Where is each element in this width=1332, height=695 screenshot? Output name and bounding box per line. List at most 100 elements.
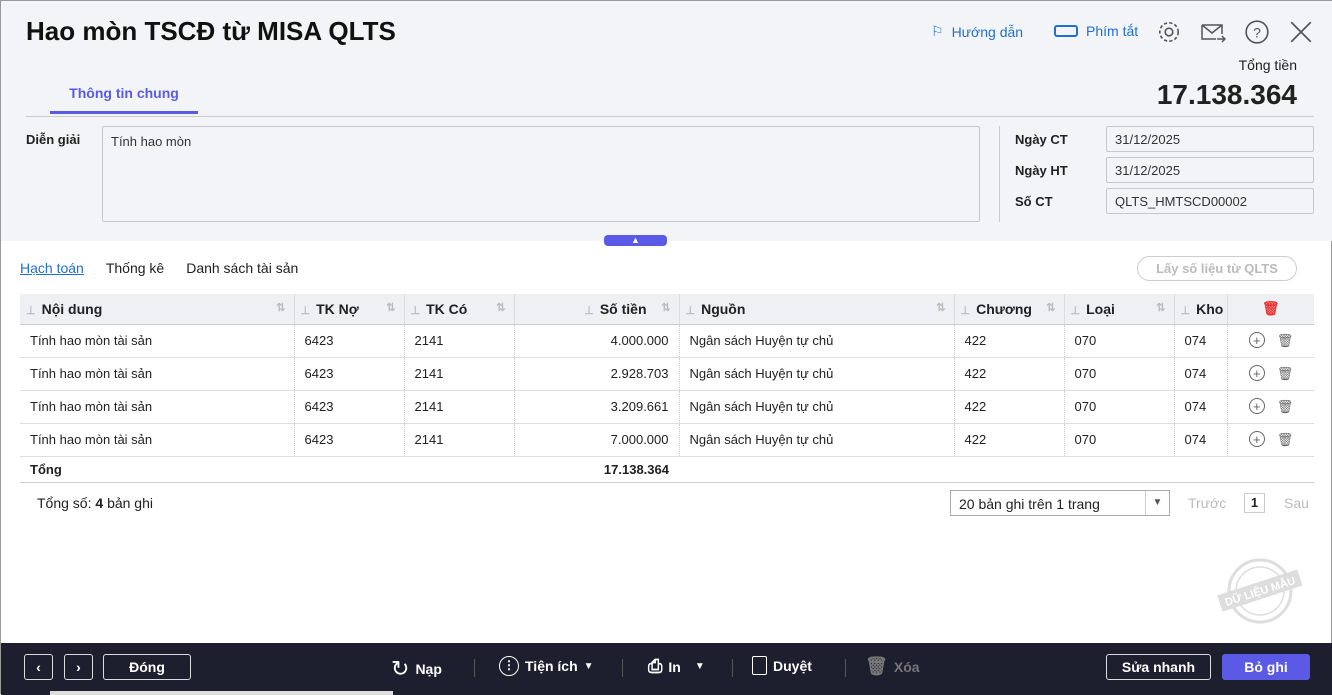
- save-button[interactable]: Bỏ ghi: [1222, 654, 1310, 680]
- pin-icon[interactable]: ⊥: [1071, 305, 1081, 317]
- cell-type[interactable]: 070: [1064, 357, 1175, 391]
- pin-icon[interactable]: ⊥: [26, 305, 36, 317]
- cell-chapter[interactable]: 422: [954, 423, 1065, 457]
- prev-page-button[interactable]: Trước: [1188, 495, 1226, 511]
- cell-content[interactable]: Tính hao mòn tài sản: [20, 423, 295, 457]
- help-icon[interactable]: ?: [1244, 19, 1270, 45]
- cell-content[interactable]: Tính hao mòn tài sản: [20, 324, 295, 358]
- pin-icon[interactable]: ⊥: [411, 305, 421, 317]
- cell-source[interactable]: Ngân sách Huyện tự chủ: [679, 423, 955, 457]
- cell-chapter[interactable]: 422: [954, 390, 1065, 424]
- cell-credit-account[interactable]: 2141: [404, 423, 515, 457]
- date-ct-field[interactable]: 31/12/2025: [1106, 126, 1314, 152]
- cell-credit-account[interactable]: 2141: [404, 390, 515, 424]
- cell-category[interactable]: 074: [1174, 390, 1228, 424]
- tab-general-info[interactable]: Thông tin chung: [50, 85, 198, 114]
- column-header-content[interactable]: ⊥ Nội dung ⇅: [20, 294, 295, 325]
- cell-credit-account[interactable]: 2141: [404, 324, 515, 358]
- sort-icon[interactable]: ⇅: [386, 301, 395, 314]
- cell-type[interactable]: 070: [1064, 423, 1175, 457]
- column-header-amount[interactable]: ⊥ Số tiền ⇅: [514, 294, 680, 325]
- pin-icon[interactable]: ⊥: [961, 305, 971, 317]
- pin-icon[interactable]: ⊥: [686, 305, 696, 317]
- cell-type[interactable]: 070: [1064, 324, 1175, 358]
- cell-category[interactable]: 074: [1174, 324, 1228, 358]
- table-row[interactable]: Tính hao mòn tài sản 6423 2141 4.000.000 Ngâ…: [20, 324, 1314, 358]
- sort-icon[interactable]: ⇅: [1046, 301, 1055, 314]
- sort-icon[interactable]: ⇅: [1156, 301, 1165, 314]
- add-row-icon[interactable]: +: [1248, 332, 1265, 348]
- cell-debit-account[interactable]: 6423: [294, 390, 405, 424]
- close-button[interactable]: Đóng: [103, 654, 191, 680]
- table-row[interactable]: Tính hao mòn tài sản 6423 2141 3.209.661 Ngâ…: [20, 390, 1314, 424]
- trash-icon[interactable]: 🗑: [1277, 333, 1294, 349]
- cell-category[interactable]: 074: [1174, 357, 1228, 391]
- cell-source[interactable]: Ngân sách Huyện tự chủ: [679, 390, 955, 424]
- cell-chapter[interactable]: 422: [954, 357, 1065, 391]
- delete-button[interactable]: 🗑 Xóa: [865, 656, 920, 677]
- add-row-icon[interactable]: +: [1248, 365, 1265, 381]
- gear-icon[interactable]: [1156, 19, 1182, 45]
- trash-icon[interactable]: 🗑: [1277, 432, 1294, 448]
- table-row[interactable]: Tính hao mòn tài sản 6423 2141 7.000.000 Ngâ…: [20, 423, 1314, 457]
- delete-all-icon[interactable]: 🗑: [1262, 300, 1280, 316]
- cell-chapter[interactable]: 422: [954, 324, 1065, 358]
- print-button[interactable]: ⎙ In ▼: [648, 656, 705, 677]
- column-header-debit-account[interactable]: ⊥ TK Nợ ⇅: [294, 294, 405, 325]
- tab-accounting[interactable]: Hạch toán: [20, 260, 84, 276]
- prev-record-button[interactable]: ‹: [24, 654, 53, 680]
- fetch-qlts-button[interactable]: Lấy số liệu từ QLTS: [1137, 256, 1297, 281]
- description-field[interactable]: Tính hao mòn: [102, 126, 980, 222]
- trash-icon[interactable]: 🗑: [1277, 399, 1294, 415]
- pin-icon[interactable]: ⊥: [1181, 305, 1191, 317]
- cell-credit-account[interactable]: 2141: [404, 357, 515, 391]
- guide-button[interactable]: ⚐ Hướng dẫn: [931, 23, 1023, 40]
- column-header-chapter[interactable]: ⊥ Chương ⇅: [954, 294, 1065, 325]
- column-header-category[interactable]: ⊥ Kho: [1174, 294, 1228, 325]
- mail-forward-icon[interactable]: [1200, 19, 1226, 45]
- date-ht-field[interactable]: 31/12/2025: [1106, 157, 1314, 183]
- sort-icon[interactable]: ⇅: [936, 301, 945, 314]
- reload-button[interactable]: ↻ Nạp: [391, 656, 442, 682]
- tab-statistics[interactable]: Thống kê: [106, 260, 164, 276]
- collapse-button[interactable]: ▲: [604, 235, 667, 246]
- column-header-source[interactable]: ⊥ Nguồn ⇅: [679, 294, 955, 325]
- horizontal-scrollbar[interactable]: [50, 691, 393, 695]
- cell-amount[interactable]: 2.928.703: [514, 357, 680, 391]
- cell-type[interactable]: 070: [1064, 390, 1175, 424]
- add-row-icon[interactable]: +: [1248, 398, 1265, 414]
- page-size-select[interactable]: 20 bản ghi trên 1 trang ▼: [950, 490, 1170, 516]
- next-page-button[interactable]: Sau: [1284, 495, 1309, 511]
- cell-content[interactable]: Tính hao mòn tài sản: [20, 390, 295, 424]
- shortcuts-button[interactable]: Phím tắt: [1054, 23, 1138, 39]
- cell-debit-account[interactable]: 6423: [294, 324, 405, 358]
- cell-category[interactable]: 074: [1174, 423, 1228, 457]
- sort-icon[interactable]: ⇅: [496, 301, 505, 314]
- utilities-button[interactable]: ⋮ Tiện ích ▼: [499, 656, 594, 676]
- next-record-button[interactable]: ›: [64, 654, 93, 680]
- cell-amount[interactable]: 3.209.661: [514, 390, 680, 424]
- column-header-credit-account[interactable]: ⊥ TK Có ⇅: [404, 294, 515, 325]
- trash-icon[interactable]: 🗑: [1277, 366, 1294, 382]
- sort-icon[interactable]: ⇅: [661, 301, 670, 314]
- pin-icon[interactable]: ⊥: [584, 305, 594, 317]
- cell-debit-account[interactable]: 6423: [294, 357, 405, 391]
- cell-source[interactable]: Ngân sách Huyện tự chủ: [679, 357, 955, 391]
- quick-edit-button[interactable]: Sửa nhanh: [1106, 654, 1211, 680]
- column-header-type[interactable]: ⊥ Loại ⇅: [1064, 294, 1175, 325]
- cell-amount[interactable]: 7.000.000: [514, 423, 680, 457]
- sort-icon[interactable]: ⇅: [276, 301, 285, 314]
- add-row-icon[interactable]: +: [1248, 431, 1265, 447]
- tab-asset-list[interactable]: Danh sách tài sản: [186, 260, 298, 276]
- table-row[interactable]: Tính hao mòn tài sản 6423 2141 2.928.703 Ngâ…: [20, 357, 1314, 391]
- doc-number-field[interactable]: QLTS_HMTSCD00002: [1106, 188, 1314, 214]
- cell-debit-account[interactable]: 6423: [294, 423, 405, 457]
- cell-content[interactable]: Tính hao mòn tài sản: [20, 357, 295, 391]
- pin-icon[interactable]: ⊥: [301, 305, 311, 317]
- close-icon[interactable]: [1288, 19, 1314, 45]
- page-number[interactable]: 1: [1244, 493, 1265, 513]
- cell-source[interactable]: Ngân sách Huyện tự chủ: [679, 324, 955, 358]
- cell-amount[interactable]: 4.000.000: [514, 324, 680, 358]
- approve-button[interactable]: Duyệt: [752, 656, 812, 675]
- row-actions: + 🗑: [1227, 390, 1314, 424]
